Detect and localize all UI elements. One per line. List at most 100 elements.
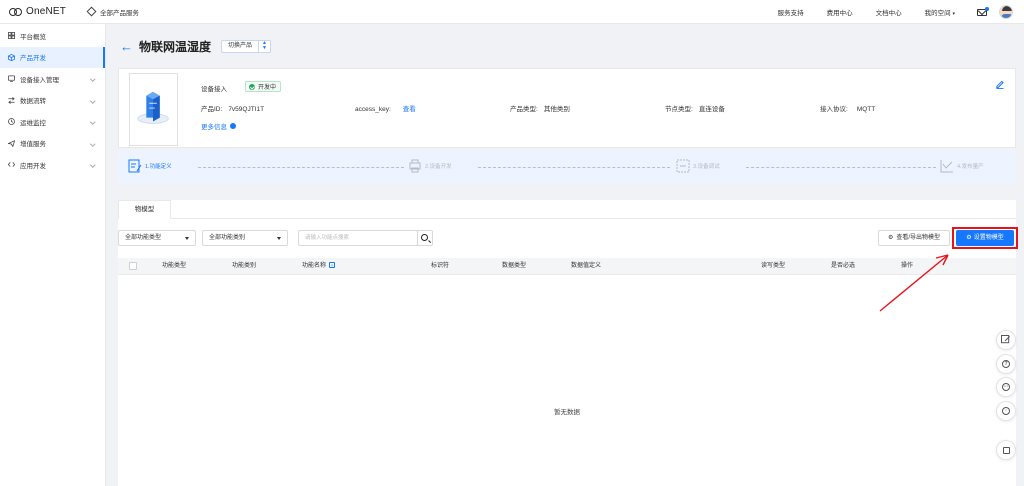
search-icon-handle [427, 239, 431, 243]
view-export-label: 查看/导出物模型 [896, 235, 941, 241]
sidebar-item-device-access[interactable]: 设备接入管理 [0, 68, 105, 90]
caret-down-icon [185, 237, 189, 240]
notification-dot [985, 6, 989, 11]
column-header: 读写类型 [761, 263, 786, 269]
product-type-value: 其他类别 [543, 106, 570, 113]
view-key-link[interactable]: 查看 [403, 106, 416, 113]
help-icon[interactable]: ? [329, 262, 336, 269]
search-input[interactable]: 请输入功能点搜索 [298, 230, 418, 246]
feedback-tool-button[interactable]: ↑ [996, 401, 1016, 421]
chevron-down-icon [89, 140, 95, 146]
info-icon [230, 123, 236, 129]
avatar[interactable] [999, 5, 1013, 19]
step-label: 1.功能定义 [145, 164, 172, 170]
all-products-label: 全部产品服务 [100, 9, 139, 17]
mail-icon[interactable] [977, 6, 989, 16]
sidebar-item-product-dev[interactable]: 产品开发 [0, 46, 105, 68]
printer-icon [409, 159, 421, 173]
edit-tool-button[interactable] [996, 330, 1016, 350]
more-info-label: 更多信息 [201, 124, 227, 131]
step-connector [198, 167, 404, 168]
column-header: 标识符 [431, 263, 450, 269]
product-info-card: 设备接入 开发中 产品ID: 7v59QJTI1T access_key: 查看 产… [118, 68, 1016, 148]
sidebar-item-ops-monitor[interactable]: 运维监控 [0, 111, 105, 133]
document-edit-icon [128, 159, 142, 173]
onenet-logo[interactable]: OneNET [9, 6, 69, 17]
select-all-checkbox[interactable] [129, 262, 137, 270]
step-connector [478, 167, 670, 168]
switch-product-button[interactable]: 切换产品 ▲ ▼ [221, 39, 272, 53]
app-icon [8, 162, 15, 168]
flow-icon [8, 96, 15, 104]
diamond-icon [86, 6, 97, 17]
chat-tool-button[interactable]: ··· [996, 377, 1016, 397]
chat-icon: ··· [1002, 383, 1010, 391]
product-id-label: 产品ID: [201, 106, 223, 113]
chart-check-icon [940, 160, 953, 173]
search-placeholder: 请输入功能点搜索 [305, 235, 350, 241]
product-image [129, 73, 178, 146]
sidebar-item-app-dev[interactable]: 应用开发 [0, 154, 105, 176]
function-type-select[interactable]: 全部功能类型 [118, 230, 196, 246]
node-type-field: 节点类型: 直连设备 [665, 103, 725, 113]
function-category-select[interactable]: 全部功能类别 [202, 230, 288, 246]
product-device-illustration [137, 91, 169, 124]
product-id-value: 7v59QJTI1T [228, 106, 265, 113]
debug-icon [676, 159, 690, 173]
caret-down-icon [277, 237, 281, 240]
chevron-down-icon [89, 162, 95, 168]
more-info-link[interactable]: 更多信息 [201, 121, 236, 131]
billing-link[interactable]: 费用中心 [827, 7, 853, 17]
sidebar-item-value-added[interactable]: 增值服务 [0, 133, 105, 155]
thing-model-panel: 物模型 全部功能类型 全部功能类别 请输入功能点搜索 ⚙ 查看/导出物模型 ⚙ 设置… [118, 200, 1018, 486]
all-products-menu[interactable]: 全部产品服务 [86, 6, 139, 17]
top-navbar: OneNET 全部产品服务 服务支持 费用中心 文档中心 我的空间 ▾ [0, 0, 1024, 24]
tab-bar: 物模型 [118, 200, 1016, 219]
view-export-model-button[interactable]: ⚙ 查看/导出物模型 [878, 230, 950, 246]
node-type-label: 节点类型: [665, 106, 693, 113]
sidebar-item-overview[interactable]: 平台概览 [0, 25, 105, 47]
step-label: 2.设备开发 [425, 164, 452, 170]
support-link[interactable]: 服务支持 [778, 7, 804, 17]
my-space-menu[interactable]: 我的空间 ▾ [925, 7, 955, 17]
tab-thing-model[interactable]: 物模型 [118, 200, 171, 219]
progress-steps: 1.功能定义 2.设备开发 3.设备调试 4.发布量产 [118, 150, 1016, 184]
step-define[interactable]: 1.功能定义 [128, 159, 172, 173]
sidebar-item-label: 增值服务 [20, 141, 46, 149]
back-arrow-icon[interactable]: ← [120, 40, 133, 53]
page-title: 物联网温湿度 [139, 39, 212, 54]
step-debug[interactable]: 3.设备调试 [676, 159, 720, 173]
search-button[interactable] [417, 230, 433, 246]
step-release[interactable]: 4.发布量产 [940, 159, 984, 173]
sidebar-item-label: 产品开发 [20, 55, 46, 63]
column-header: 功能类型 [162, 263, 187, 269]
feedback-icon: ↑ [1002, 407, 1010, 415]
column-header: 操作 [901, 263, 914, 269]
help-tool-button[interactable]: ? [996, 354, 1016, 374]
cube-icon [8, 53, 15, 61]
sidebar-item-label: 平台概览 [20, 33, 46, 41]
chevron-down-icon [89, 119, 95, 125]
sidebar-item-data-flow[interactable]: 数据流转 [0, 90, 105, 112]
step-develop[interactable]: 2.设备开发 [408, 159, 452, 173]
device-icon [8, 75, 15, 83]
search-icon [421, 234, 428, 241]
help-icon: ? [1002, 360, 1010, 368]
edit-icon [1001, 335, 1010, 344]
my-space-label: 我的空间 [924, 10, 951, 17]
sidebar-item-label: 设备接入管理 [20, 76, 59, 84]
step-label: 4.发布量产 [957, 164, 984, 170]
setup-model-button[interactable]: ⚙ 设置物模型 [956, 230, 1014, 246]
product-id-field: 产品ID: 7v59QJTI1T [201, 103, 264, 113]
top-links: 服务支持 费用中心 文档中心 我的空间 ▾ [778, 0, 1024, 24]
column-header: 功能名称 [302, 263, 327, 269]
logo-icon [9, 7, 23, 17]
node-type-value: 直连设备 [698, 106, 725, 113]
title-row: ← 物联网温湿度 切换产品 ▲ ▼ [120, 38, 272, 54]
function-category-select-value: 全部功能类别 [209, 235, 246, 241]
product-type-field: 产品类型: 其他类别 [510, 103, 570, 113]
function-type-select-value: 全部功能类型 [125, 235, 162, 241]
collapse-tool-button[interactable] [996, 440, 1016, 460]
docs-link[interactable]: 文档中心 [876, 7, 902, 17]
edit-icon[interactable] [995, 79, 1005, 89]
